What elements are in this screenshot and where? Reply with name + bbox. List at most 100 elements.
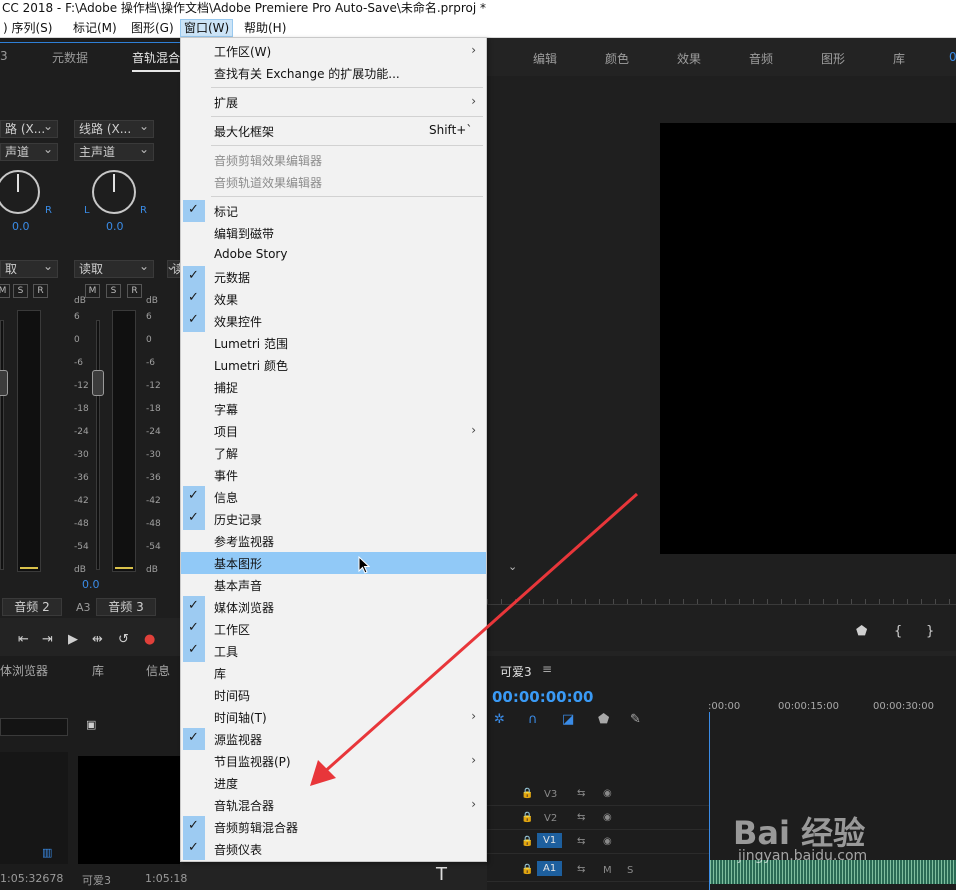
loop-icon[interactable]: ↺: [118, 632, 129, 647]
automation-dropdown-2[interactable]: 读取: [74, 260, 154, 278]
play-icon[interactable]: ▶: [68, 632, 78, 647]
mark-in-icon[interactable]: {: [894, 624, 902, 639]
project-search-input[interactable]: [0, 718, 68, 736]
eye-icon[interactable]: ◉: [603, 788, 612, 799]
mark-out-icon[interactable]: }: [926, 624, 934, 639]
menu-item[interactable]: 效果控件: [181, 310, 486, 332]
wrench-icon[interactable]: ✎: [630, 712, 641, 727]
menu-item[interactable]: 音频剪辑混合器: [181, 816, 486, 838]
menu-item[interactable]: 工作区: [181, 618, 486, 640]
lock-icon[interactable]: 🔒: [521, 788, 533, 799]
menu-item[interactable]: 基本声音: [181, 574, 486, 596]
menu-item[interactable]: 参考监视器: [181, 530, 486, 552]
menu-item[interactable]: 库: [181, 662, 486, 684]
menu-item[interactable]: 捕捉: [181, 376, 486, 398]
menu-item[interactable]: 工作区(W) ›: [181, 40, 486, 62]
mute-button-1[interactable]: M: [0, 284, 10, 298]
menu-item[interactable]: 工具: [181, 640, 486, 662]
sync-lock-icon[interactable]: ⇆: [577, 788, 585, 799]
menu-item[interactable]: 字幕: [181, 398, 486, 420]
sync-lock-icon[interactable]: ⇆: [577, 812, 585, 823]
channel-name-audio2[interactable]: 音频 2: [2, 598, 62, 616]
tab-media-browser[interactable]: 体浏览器: [0, 662, 48, 679]
timeline-marker-icon[interactable]: ⬟: [598, 712, 609, 727]
track-label-v2[interactable]: V2: [544, 813, 557, 824]
sync-lock-icon[interactable]: ⇆: [577, 836, 585, 847]
play-in-out-icon[interactable]: ⇹: [92, 632, 103, 647]
menu-item[interactable]: 了解: [181, 442, 486, 464]
tab-info[interactable]: 信息: [146, 662, 170, 679]
tab-libraries[interactable]: 库: [92, 662, 104, 679]
track-label-v1[interactable]: V1: [537, 833, 563, 848]
lock-icon[interactable]: 🔒: [521, 812, 533, 823]
workspace-libraries[interactable]: 库: [893, 50, 905, 67]
solo-button-2[interactable]: S: [106, 284, 121, 298]
menu-item[interactable]: 节目监视器(P) ›: [181, 750, 486, 772]
thumbnail-clip[interactable]: [78, 756, 180, 864]
linked-selection-icon[interactable]: ◪: [562, 712, 574, 727]
menu-item[interactable]: 时间码: [181, 684, 486, 706]
menu-item[interactable]: Adobe Story: [181, 244, 486, 266]
add-marker-icon[interactable]: ⬟: [856, 624, 867, 639]
menu-item[interactable]: 音轨混合器 ›: [181, 794, 486, 816]
channel-dropdown-1[interactable]: 声道: [0, 143, 58, 161]
sequence-tab[interactable]: 可爱3: [500, 663, 532, 680]
track-label-v3[interactable]: V3: [544, 789, 557, 800]
channel-dropdown-2[interactable]: 主声道: [74, 143, 154, 161]
pan-knob-2[interactable]: [92, 170, 136, 214]
tab-partial[interactable]: 3: [0, 49, 8, 63]
menu-markers[interactable]: 标记(M): [70, 19, 120, 37]
snap-magnet-icon[interactable]: ∩: [528, 712, 538, 727]
mute-button-2[interactable]: M: [85, 284, 100, 298]
workspace-color[interactable]: 颜色: [605, 50, 629, 67]
tab-metadata[interactable]: 元数据: [52, 49, 88, 66]
record-button-1[interactable]: R: [33, 284, 48, 298]
menu-item[interactable]: 扩展 ›: [181, 91, 486, 113]
eye-icon[interactable]: ◉: [603, 812, 612, 823]
channel-name-audio3[interactable]: 音频 3: [96, 598, 156, 616]
track-label-a1[interactable]: A1: [537, 861, 563, 876]
sequence-menu-icon[interactable]: ≡: [542, 662, 552, 676]
fader-handle-1[interactable]: [0, 370, 8, 396]
menu-item[interactable]: 历史记录: [181, 508, 486, 530]
lock-icon[interactable]: 🔒: [521, 864, 533, 875]
nest-icon[interactable]: ✲: [494, 712, 505, 727]
new-bin-icon[interactable]: ▣: [86, 718, 96, 731]
text-tool-icon[interactable]: T: [436, 864, 447, 885]
program-monitor-video[interactable]: [660, 123, 956, 554]
menu-item[interactable]: 事件: [181, 464, 486, 486]
menu-item[interactable]: Lumetri 范围: [181, 332, 486, 354]
track-solo-button[interactable]: S: [627, 865, 633, 876]
menu-item[interactable]: 查找有关 Exchange 的扩展功能...: [181, 62, 486, 84]
menu-item[interactable]: 标记: [181, 200, 486, 222]
menu-window[interactable]: 窗口(W): [180, 19, 234, 37]
menu-sequence[interactable]: ) 序列(S): [0, 19, 55, 37]
fader-track-1[interactable]: [0, 320, 4, 570]
record-button-2[interactable]: R: [127, 284, 142, 298]
timeline-timecode[interactable]: 00:00:00:00: [492, 688, 594, 706]
fit-dropdown-chevron-icon[interactable]: ⌄: [508, 560, 517, 573]
workspace-effects[interactable]: 效果: [677, 50, 701, 67]
go-to-in-icon[interactable]: ⇤: [18, 632, 29, 647]
workspace-more[interactable]: 0: [949, 50, 956, 64]
automation-dropdown-3[interactable]: 读: [167, 260, 181, 278]
menu-item[interactable]: 项目 ›: [181, 420, 486, 442]
menu-item[interactable]: 元数据: [181, 266, 486, 288]
menu-item[interactable]: 最大化框架 Shift+`: [181, 120, 486, 142]
lock-icon[interactable]: 🔒: [521, 836, 533, 847]
menu-item[interactable]: 编辑到磁带: [181, 222, 486, 244]
monitor-time-ruler[interactable]: [487, 583, 956, 605]
route-dropdown-2[interactable]: 线路 (X...: [74, 120, 154, 138]
eye-icon[interactable]: ◉: [603, 836, 612, 847]
route-dropdown-1[interactable]: 路 (X...: [0, 120, 58, 138]
record-icon[interactable]: ●: [144, 632, 155, 647]
workspace-edit[interactable]: 编辑: [533, 50, 557, 67]
menu-item[interactable]: 进度: [181, 772, 486, 794]
fader-handle-2[interactable]: [92, 370, 104, 396]
sync-lock-icon[interactable]: ⇆: [577, 864, 585, 875]
go-to-out-icon[interactable]: ⇥: [42, 632, 53, 647]
automation-dropdown-1[interactable]: 取: [0, 260, 58, 278]
menu-help[interactable]: 帮助(H): [241, 19, 289, 37]
menu-item[interactable]: 信息: [181, 486, 486, 508]
workspace-audio[interactable]: 音频: [749, 50, 773, 67]
